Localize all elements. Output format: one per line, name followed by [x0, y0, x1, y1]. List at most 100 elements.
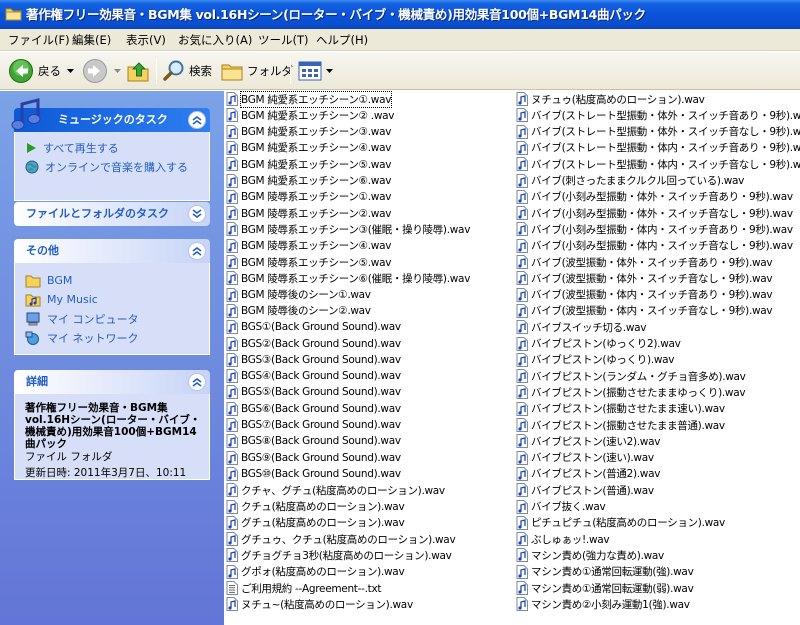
file-item[interactable]: グチュ(粘度高めのローション).wav [226, 515, 405, 531]
file-folder-tasks-header[interactable]: ファイルとフォルダのタスク [14, 202, 210, 226]
file-item[interactable]: BGM 陵辱系エッチシーン①.wav [226, 189, 391, 205]
title-bar[interactable]: 著作権フリー効果音・BGM集 vol.16Hシーン(ローター・バイブ・機械責め)… [0, 0, 800, 29]
file-item[interactable]: ヌチュゥ(粘度高めのローション).wav [516, 91, 705, 107]
file-item[interactable]: バイブ(ストレート型振動・体外・スイッチ音なし・9秒).wav [516, 124, 800, 140]
file-item[interactable]: バイブスイッチ切る.wav [516, 319, 646, 335]
file-item[interactable]: BGM 陵辱系エッチシーン⑤.wav [226, 254, 391, 270]
buy-music-online-label: オンラインで音楽を購入する [45, 160, 188, 174]
file-item[interactable]: BGM 陵辱系エッチシーン⑥(催眠・操り陵辱).wav [226, 270, 470, 286]
file-item[interactable]: ピチュピチュ(粘度高めのローション).wav [516, 515, 725, 531]
other-places-header[interactable]: その他 [14, 239, 210, 263]
back-button[interactable]: 戻る [8, 55, 74, 87]
menu-help[interactable]: ヘルプ(H) [314, 32, 370, 48]
details-header[interactable]: 詳細 [14, 370, 210, 394]
file-item[interactable]: BGS⑥(Back Ground Sound).wav [226, 401, 401, 417]
file-item[interactable]: バイブピストン(普通).wav [516, 482, 654, 498]
file-item[interactable]: バイブ(波型振動・体内・スイッチ音なし・9秒).wav [516, 303, 773, 319]
file-item[interactable]: バイブピストン(振動させたままゆっくり).wav [516, 384, 746, 400]
menu-edit[interactable]: 編集(E) [70, 32, 113, 48]
file-item[interactable]: BGM 純愛系エッチシーン② .wav [226, 107, 394, 123]
audio-file-icon [226, 92, 238, 106]
audio-file-icon [226, 238, 238, 253]
file-item[interactable]: バイブ(ストレート型振動・体内・スイッチ音あり・9秒).wav [516, 140, 800, 156]
audio-file-icon [226, 385, 238, 400]
forward-dropdown-icon[interactable] [114, 69, 121, 73]
file-item[interactable]: バイブ抜く.wav [516, 499, 606, 515]
menu-view[interactable]: 表示(V) [124, 32, 168, 48]
file-item[interactable]: BGM 陵辱後のシーン②.wav [226, 303, 371, 319]
file-item[interactable]: BGS⑩(Back Ground Sound).wav [226, 466, 401, 482]
file-item[interactable]: バイブ(波型振動・体外・スイッチ音なし・9秒).wav [516, 270, 773, 286]
collapse-chevron-icon[interactable] [188, 242, 206, 260]
file-item[interactable]: BGS⑧(Back Ground Sound).wav [226, 433, 401, 449]
file-item[interactable]: マシン責め①通常回転運動(強).wav [516, 564, 694, 580]
file-item[interactable]: グチョグチョ3秒(粘度高めのローション).wav [226, 547, 452, 563]
menu-favorites[interactable]: お気に入り(A) [176, 32, 254, 48]
file-item[interactable]: BGS⑤(Back Ground Sound).wav [226, 384, 401, 400]
file-item[interactable]: グチュゥ、クチュ(粘度高めのローション).wav [226, 531, 456, 547]
views-button[interactable] [298, 55, 333, 87]
file-item[interactable]: バイブピストン(ゆっくり).wav [516, 352, 674, 368]
place-bgm-link[interactable]: BGM [25, 271, 209, 290]
collapse-chevron-icon[interactable] [188, 111, 206, 129]
file-item[interactable]: BGM 純愛系エッチシーン⑤.wav [226, 156, 391, 172]
file-item[interactable]: ヌチュ~(粘度高めのローション).wav [226, 596, 413, 612]
place-my-computer-link[interactable]: マイ コンピュータ [25, 309, 209, 328]
file-item[interactable]: BGM 純愛系エッチシーン⑥.wav [226, 173, 391, 189]
search-button[interactable]: 検索 [162, 55, 212, 87]
file-item[interactable]: バイブ(小刻み型振動・体内・スイッチ音なし・9秒).wav [516, 238, 793, 254]
file-item[interactable]: バイブピストン(速い2).wav [516, 433, 660, 449]
menu-tools[interactable]: ツール(T) [256, 32, 311, 48]
file-item[interactable]: BGS⑦(Back Ground Sound).wav [226, 417, 401, 433]
folders-button[interactable]: フォルダ [220, 55, 293, 87]
file-item[interactable]: バイブ(小刻み型振動・体外・スイッチ音あり・9秒).wav [516, 189, 793, 205]
file-item[interactable]: バイブピストン(速い).wav [516, 450, 654, 466]
file-item[interactable]: クチュ(粘度高めのローション).wav [226, 499, 405, 515]
music-tasks-header[interactable]: ミュージックのタスク [11, 98, 210, 132]
file-item[interactable]: BGS②(Back Ground Sound).wav [226, 336, 401, 352]
buy-music-online-link[interactable]: オンラインで音楽を購入する [25, 157, 209, 176]
file-item[interactable]: BGM 純愛系エッチシーン③.wav [226, 124, 391, 140]
forward-button[interactable] [82, 55, 121, 87]
file-item[interactable]: BGS⑨(Back Ground Sound).wav [226, 450, 401, 466]
up-folder-button[interactable] [126, 55, 150, 87]
audio-file-icon [226, 157, 238, 172]
file-item[interactable]: マシン責め(強力な責め).wav [516, 547, 664, 563]
file-item[interactable]: BGS④(Back Ground Sound).wav [226, 368, 401, 384]
file-item[interactable]: バイブピストン(振動させたまま速い).wav [516, 401, 725, 417]
file-item[interactable]: BGS①(Back Ground Sound).wav [226, 319, 401, 335]
place-my-music-link[interactable]: My Music [25, 290, 209, 309]
file-item[interactable]: バイブピストン(普通2).wav [516, 466, 660, 482]
file-item[interactable]: バイブ(波型振動・体内・スイッチ音あり・9秒).wav [516, 287, 773, 303]
menu-file[interactable]: ファイル(F) [6, 32, 72, 48]
file-item[interactable]: バイブピストン(振動させたまま普通).wav [516, 417, 725, 433]
file-list[interactable]: BGM 純愛系エッチシーン①.wav BGM 純愛系エッチシーン② .wav BGM… [224, 91, 800, 625]
file-item[interactable]: バイブ(小刻み型振動・体外・スイッチ音なし・9秒).wav [516, 205, 793, 221]
file-item[interactable]: BGM 陵辱後のシーン①.wav [226, 287, 371, 303]
collapse-chevron-icon[interactable] [188, 373, 206, 391]
file-item[interactable]: BGS③(Back Ground Sound).wav [226, 352, 401, 368]
views-dropdown-icon[interactable] [326, 69, 333, 73]
file-item[interactable]: グポォ(粘度高めのローション).wav [226, 564, 405, 580]
file-item[interactable]: マシン責め②小刻み運動1(強).wav [516, 596, 690, 612]
file-item[interactable]: バイブ(ストレート型振動・体外・スイッチ音あり・9秒).wav [516, 107, 800, 123]
play-all-link[interactable]: すべて再生する [25, 138, 209, 157]
file-item[interactable]: バイブピストン(ランダム・グチョ音多め).wav [516, 368, 746, 384]
file-item[interactable]: バイブピストン(ゆっくり2).wav [516, 336, 681, 352]
file-item[interactable]: バイブ(刺さったままクルクル回っている).wav [516, 173, 744, 189]
file-item[interactable]: バイブ(小刻み型振動・体内・スイッチ音あり・9秒).wav [516, 221, 793, 237]
file-item[interactable]: バイブ(波型振動・体外・スイッチ音あり・9秒).wav [516, 254, 773, 270]
file-item[interactable]: BGM 純愛系エッチシーン①.wav [226, 91, 393, 108]
file-item[interactable]: クチャ、グチュ(粘度高めのローション).wav [226, 482, 445, 498]
file-item[interactable]: ご利用規約 --Agreement--.txt [226, 580, 382, 596]
file-item[interactable]: マシン責め①通常回転運動(弱).wav [516, 580, 694, 596]
place-my-network-link[interactable]: マイ ネットワーク [25, 328, 209, 347]
file-item[interactable]: BGM 純愛系エッチシーン④.wav [226, 140, 391, 156]
expand-chevron-icon[interactable] [188, 205, 206, 223]
file-item[interactable]: BGM 陵辱系エッチシーン②.wav [226, 205, 391, 221]
back-dropdown-icon[interactable] [67, 69, 74, 73]
file-item[interactable]: BGM 陵辱系エッチシーン③(催眠・操り陵辱).wav [226, 221, 470, 237]
file-item[interactable]: バイブ(ストレート型振動・体内・スイッチ音なし・9秒).wav [516, 156, 800, 172]
file-item[interactable]: BGM 陵辱系エッチシーン④.wav [226, 238, 391, 254]
file-item[interactable]: ぶしゅぁッ!.wav [516, 531, 610, 547]
